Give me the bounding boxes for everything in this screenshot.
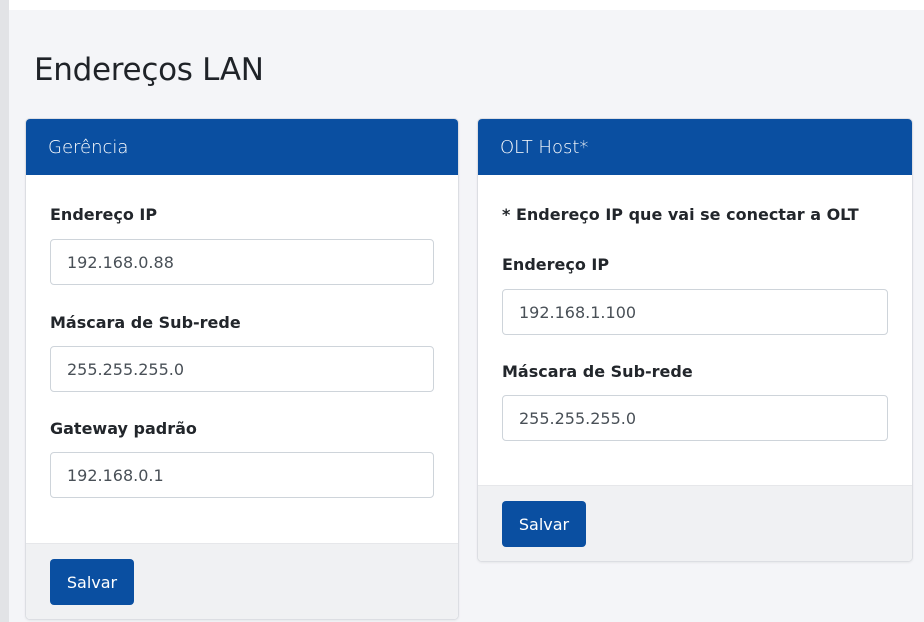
olt-card-footer: Salvar <box>478 485 912 561</box>
gerencia-card-header: Gerência <box>26 119 458 175</box>
gerencia-mask-input[interactable] <box>50 346 434 392</box>
page-title: Endereços LAN <box>34 52 264 88</box>
olt-note: * Endereço IP que vai se conectar a OLT <box>502 205 859 224</box>
gerencia-card: Gerência Endereço IP Máscara de Sub-rede… <box>25 118 459 620</box>
mask-label: Máscara de Sub-rede <box>50 313 241 332</box>
olt-mask-label: Máscara de Sub-rede <box>502 362 693 381</box>
olt-card-header: OLT Host* <box>478 119 912 175</box>
olt-ip-input[interactable] <box>502 289 888 335</box>
gerencia-ip-input[interactable] <box>50 239 434 285</box>
olt-card: OLT Host* * Endereço IP que vai se conec… <box>477 118 913 562</box>
ip-label: Endereço IP <box>50 205 158 224</box>
olt-save-button[interactable]: Salvar <box>502 501 586 547</box>
sidebar-edge <box>0 0 9 622</box>
olt-mask-input[interactable] <box>502 395 888 441</box>
olt-ip-label: Endereço IP <box>502 255 610 274</box>
gerencia-save-button[interactable]: Salvar <box>50 559 134 605</box>
gerencia-card-footer: Salvar <box>26 543 458 619</box>
gateway-label: Gateway padrão <box>50 419 197 438</box>
gerencia-gateway-input[interactable] <box>50 452 434 498</box>
top-bar <box>9 0 924 10</box>
